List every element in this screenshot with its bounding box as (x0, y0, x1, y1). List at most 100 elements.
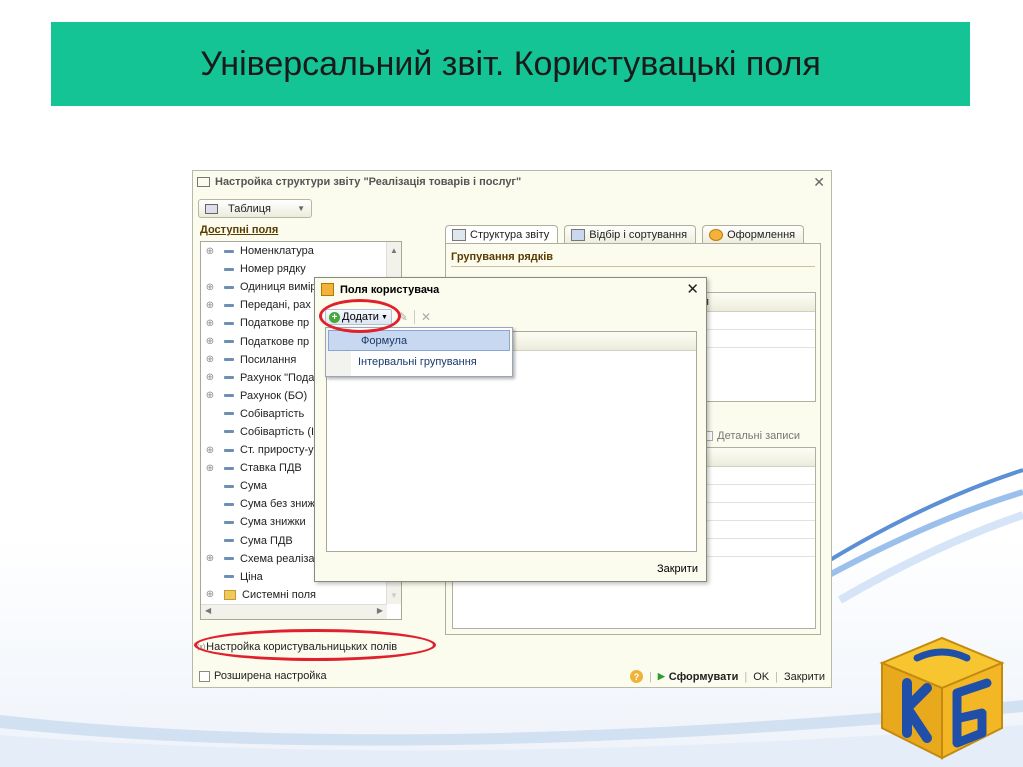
toolbar-separator (413, 310, 415, 324)
separator: | (648, 670, 652, 683)
scroll-down-icon[interactable]: ▼ (390, 591, 398, 600)
separator: | (744, 670, 748, 683)
dialog-close-icon[interactable]: ✕ (686, 280, 699, 298)
tab-label: Структура звіту (470, 229, 550, 241)
tab-formatting[interactable]: Оформлення (702, 225, 805, 244)
slide-title: Універсальний звіт. Користувацькі поля (51, 22, 970, 106)
checkbox-box[interactable] (199, 670, 210, 682)
field-icon (224, 430, 234, 434)
company-logo (879, 636, 1005, 760)
tree-item-label: Сума без зниж (240, 498, 315, 511)
field-icon (224, 502, 234, 506)
delete-icon[interactable]: ✕ (421, 310, 431, 324)
generate-button[interactable]: ▶ Сформувати (658, 671, 739, 683)
window-title: Настройка структури звіту "Реалізація то… (215, 176, 522, 188)
expand-icon[interactable]: ⊕ (204, 390, 216, 401)
field-icon (224, 412, 234, 416)
tree-item[interactable]: ⊕ Системні поля (201, 586, 401, 604)
tree-item-label: Номер рядку (240, 263, 306, 276)
folder-icon (224, 589, 236, 600)
tab-filter-sort[interactable]: Відбір і сортування (564, 225, 697, 244)
settings-tabs: Структура звіту Відбір і сортування Офор… (445, 225, 805, 244)
dialog-title: Поля користувача (340, 283, 440, 296)
close-button[interactable]: Закрити (784, 671, 825, 683)
tree-item-label: Податкове пр (240, 335, 310, 348)
detail-records-label: Детальні записи (717, 430, 800, 442)
structure-icon (452, 229, 466, 241)
field-icon (224, 340, 234, 344)
view-mode-value: Таблиця (228, 202, 271, 215)
extended-setting-label: Розширена настройка (214, 670, 327, 682)
dialog-close-button[interactable]: Закрити (657, 563, 698, 575)
field-icon (224, 285, 234, 289)
filter-icon (571, 229, 586, 241)
expand-icon[interactable]: ⊕ (204, 246, 216, 257)
tree-item-label: Податкове пр (240, 317, 310, 330)
tree-item-label: Сума ПДВ (240, 534, 293, 547)
field-icon (224, 557, 234, 561)
field-icon (224, 520, 234, 524)
tree-item-label: Рахунок "Пода (240, 371, 315, 384)
add-field-menu: Формула Інтервальні групування (325, 327, 513, 377)
window-close-icon[interactable]: ✕ (813, 174, 825, 191)
tab-label: Відбір і сортування (589, 229, 688, 241)
expand-icon[interactable]: ⊕ (204, 354, 216, 365)
tree-item-label: Передані, рах (240, 299, 311, 312)
field-icon (224, 575, 234, 579)
bottom-toolbar: ? | ▶ Сформувати | OK | Закрити (629, 670, 825, 683)
custom-fields-icon (321, 283, 334, 296)
tab-report-structure[interactable]: Структура звіту (445, 225, 559, 244)
help-icon[interactable]: ? (629, 670, 643, 683)
tree-item-label: Собівартість (240, 407, 305, 420)
expand-icon[interactable]: ⊕ (204, 300, 216, 311)
table-icon (205, 203, 218, 214)
detail-records-checkbox[interactable]: Детальні записи (703, 430, 800, 442)
expand-icon[interactable]: ⊕ (204, 318, 216, 329)
tab-label: Оформлення (727, 229, 796, 241)
chevron-down-icon: ▼ (297, 204, 305, 213)
field-icon (224, 484, 234, 488)
available-fields-label: Доступні поля (200, 224, 279, 236)
ok-button[interactable]: OK (753, 671, 769, 683)
view-mode-select[interactable]: Таблиця ▼ (198, 199, 312, 218)
tree-item[interactable]: ⊕ Номенклатура (201, 242, 401, 260)
tree-item-label: Собівартість (I (240, 425, 315, 438)
menu-item-interval-grouping[interactable]: Інтервальні групування (326, 351, 512, 372)
field-icon (224, 376, 234, 380)
extended-setting-checkbox[interactable]: Розширена настройка (199, 670, 327, 682)
highlight-add-button (319, 299, 401, 333)
tree-item-label: Номенклатура (240, 245, 314, 258)
expand-icon[interactable]: ⊕ (204, 463, 216, 474)
row-grouping-label: Групування рядків (451, 251, 554, 263)
tree-item-label: Ставка ПДВ (240, 462, 302, 475)
scroll-left-icon[interactable]: ◀ (205, 606, 211, 615)
field-icon (224, 466, 234, 470)
separator: | (775, 670, 778, 683)
tree-item[interactable]: Номер рядку (201, 260, 401, 278)
tree-item-label: Ст. приросту-у (240, 444, 314, 457)
expand-icon[interactable]: ⊕ (204, 336, 216, 347)
generate-label: Сформувати (668, 670, 739, 683)
field-icon (224, 249, 234, 253)
field-icon (224, 394, 234, 398)
scroll-up-icon[interactable]: ▲ (390, 246, 398, 255)
expand-icon[interactable]: ⊕ (204, 445, 216, 456)
field-icon (224, 267, 234, 271)
expand-icon[interactable]: ⊕ (204, 282, 216, 293)
window-icon (197, 177, 210, 187)
scroll-right-icon[interactable]: ▶ (377, 606, 383, 615)
menu-item-formula[interactable]: Формула (328, 330, 510, 351)
window-titlebar: Настройка структури звіту "Реалізація то… (193, 171, 831, 193)
tree-item-label: Сума (240, 480, 268, 493)
tree-item-label: Сума знижки (240, 516, 306, 529)
tree-item-label: Системні поля (242, 588, 316, 601)
expand-icon[interactable]: ⊕ (204, 372, 216, 383)
tree-horizontal-scrollbar[interactable]: ◀ ▶ (201, 604, 387, 619)
dialog-titlebar: Поля користувача (321, 283, 439, 296)
expand-icon[interactable]: ⊕ (204, 553, 216, 564)
tree-item-label: Посилання (240, 353, 297, 366)
play-icon: ▶ (657, 671, 665, 681)
tree-item-label: Ціна (240, 570, 263, 583)
field-icon (224, 303, 234, 307)
expand-icon[interactable]: ⊕ (204, 589, 216, 600)
